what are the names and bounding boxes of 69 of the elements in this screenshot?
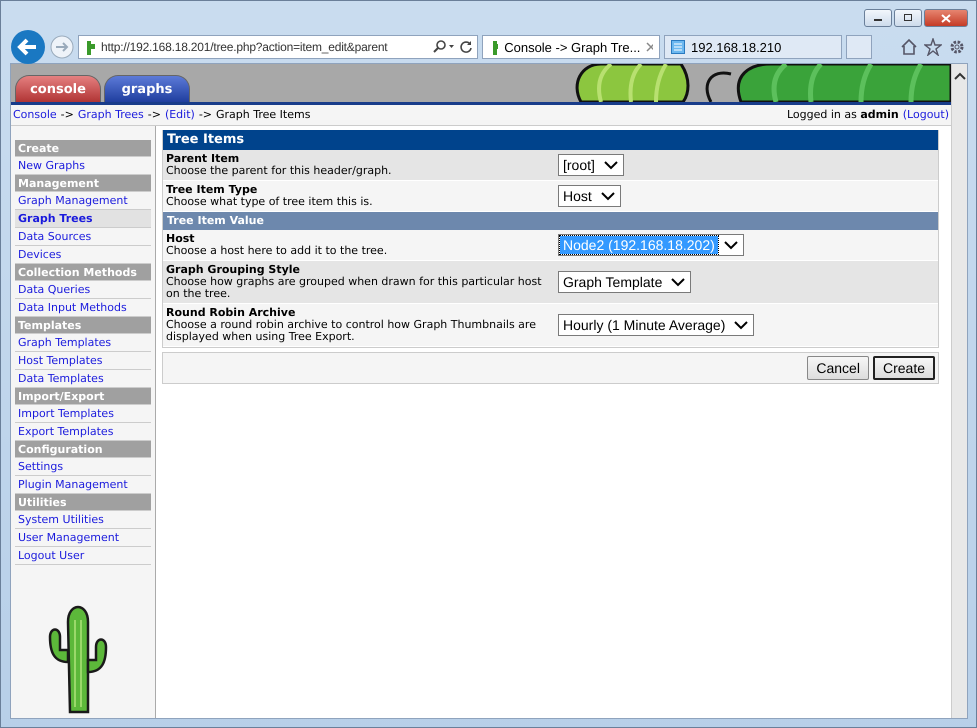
dropdown[interactable]: Graph Template bbox=[558, 271, 692, 293]
sidebar-item[interactable]: Logout User bbox=[15, 547, 151, 565]
field-label: Round Robin Archive bbox=[166, 307, 296, 319]
scroll-up-icon[interactable] bbox=[954, 72, 966, 80]
login-status: Logged in as admin bbox=[787, 108, 899, 121]
chevron-down-icon bbox=[734, 320, 748, 330]
maximize-button[interactable] bbox=[894, 9, 922, 27]
sidebar-item[interactable]: User Management bbox=[15, 529, 151, 547]
field-label: Host bbox=[166, 233, 196, 245]
maximize-icon bbox=[903, 14, 913, 22]
browser-tab[interactable]: 192.168.18.210 bbox=[664, 35, 842, 59]
menu-section-header: Create bbox=[15, 140, 151, 157]
refresh-icon[interactable] bbox=[459, 40, 473, 54]
menu-section-header: Configuration bbox=[15, 441, 151, 458]
dropdown[interactable]: Hourly (1 Minute Average) bbox=[558, 314, 754, 336]
form-button[interactable]: Cancel bbox=[807, 356, 869, 380]
form-button[interactable]: Create bbox=[872, 356, 935, 380]
sidebar-item[interactable]: Data Queries bbox=[15, 281, 151, 299]
logout-link[interactable]: (Logout) bbox=[902, 108, 949, 121]
page-icon bbox=[671, 40, 685, 54]
browser-tab[interactable]: Console -> Graph Tre... bbox=[482, 35, 660, 59]
menu-section-header: Utilities bbox=[15, 494, 151, 511]
field-description: Choose a round robin archive to control how Graph Thumbnails are displayed when using Tree Export. bbox=[166, 319, 537, 343]
close-button[interactable] bbox=[924, 9, 968, 27]
dropdown[interactable]: [root] bbox=[558, 154, 624, 176]
menu-section-header: Import/Export bbox=[15, 388, 151, 405]
sidebar-item[interactable]: Graph Trees bbox=[15, 210, 151, 228]
sidebar-item[interactable]: Graph Templates bbox=[15, 334, 151, 352]
home-icon[interactable] bbox=[900, 38, 918, 56]
field-label: Tree Item Type bbox=[166, 184, 258, 196]
menu-section-header: Templates bbox=[15, 317, 151, 334]
breadcrumb-text: -> bbox=[148, 108, 161, 121]
chevron-down-icon bbox=[671, 278, 686, 286]
nav-tab[interactable]: console bbox=[15, 75, 101, 102]
field-description: Choose what type of tree item this is. bbox=[166, 196, 374, 208]
chevron-down-icon bbox=[600, 192, 615, 200]
breadcrumb-text: Graph Tree Items bbox=[216, 108, 310, 121]
sidebar-item[interactable]: System Utilities bbox=[15, 511, 151, 529]
field-label: Graph Grouping Style bbox=[166, 264, 302, 276]
search-icon[interactable] bbox=[433, 40, 455, 54]
dropdown[interactable]: Host bbox=[558, 185, 621, 207]
sidebar-item[interactable]: Import Templates bbox=[15, 405, 151, 423]
breadcrumb-link[interactable]: Graph Trees bbox=[78, 108, 144, 121]
address-bar[interactable]: http://192.168.18.201/tree.php?action=item_edit&parent bbox=[78, 35, 478, 59]
sidebar-item[interactable]: Settings bbox=[15, 458, 151, 476]
breadcrumb-text: -> bbox=[198, 108, 212, 121]
chevron-down-icon bbox=[604, 160, 618, 170]
sidebar-item[interactable]: Host Templates bbox=[15, 352, 151, 370]
breadcrumb-link[interactable]: Console bbox=[13, 108, 57, 121]
menu-section-header: Collection Methods bbox=[15, 264, 151, 281]
scrollbar[interactable] bbox=[951, 64, 967, 718]
nav-tab[interactable]: graphs bbox=[104, 75, 190, 102]
menu-section-header: Management bbox=[15, 175, 151, 192]
close-tab-icon[interactable] bbox=[646, 42, 653, 52]
close-icon bbox=[941, 14, 951, 22]
back-button[interactable] bbox=[10, 29, 46, 65]
field-description: Choose how graphs are grouped when drawn for this particular host on the tree. bbox=[166, 276, 543, 300]
star-icon[interactable] bbox=[924, 38, 942, 56]
chevron-down-icon bbox=[724, 240, 738, 250]
sidebar-item[interactable]: Data Sources bbox=[15, 228, 151, 246]
field-description: Choose a host here to add it to the tree. bbox=[166, 245, 388, 257]
breadcrumb-link[interactable]: (Edit) bbox=[164, 108, 195, 121]
field-description: Choose the parent for this header/graph. bbox=[166, 165, 393, 177]
minimize-button[interactable] bbox=[864, 9, 892, 27]
breadcrumb-text: -> bbox=[60, 108, 74, 121]
form-section-header: Tree Item Value bbox=[163, 212, 938, 230]
field-label: Parent Item bbox=[166, 153, 240, 165]
form-title: Tree Items bbox=[163, 130, 938, 150]
settings-icon[interactable] bbox=[948, 38, 966, 56]
